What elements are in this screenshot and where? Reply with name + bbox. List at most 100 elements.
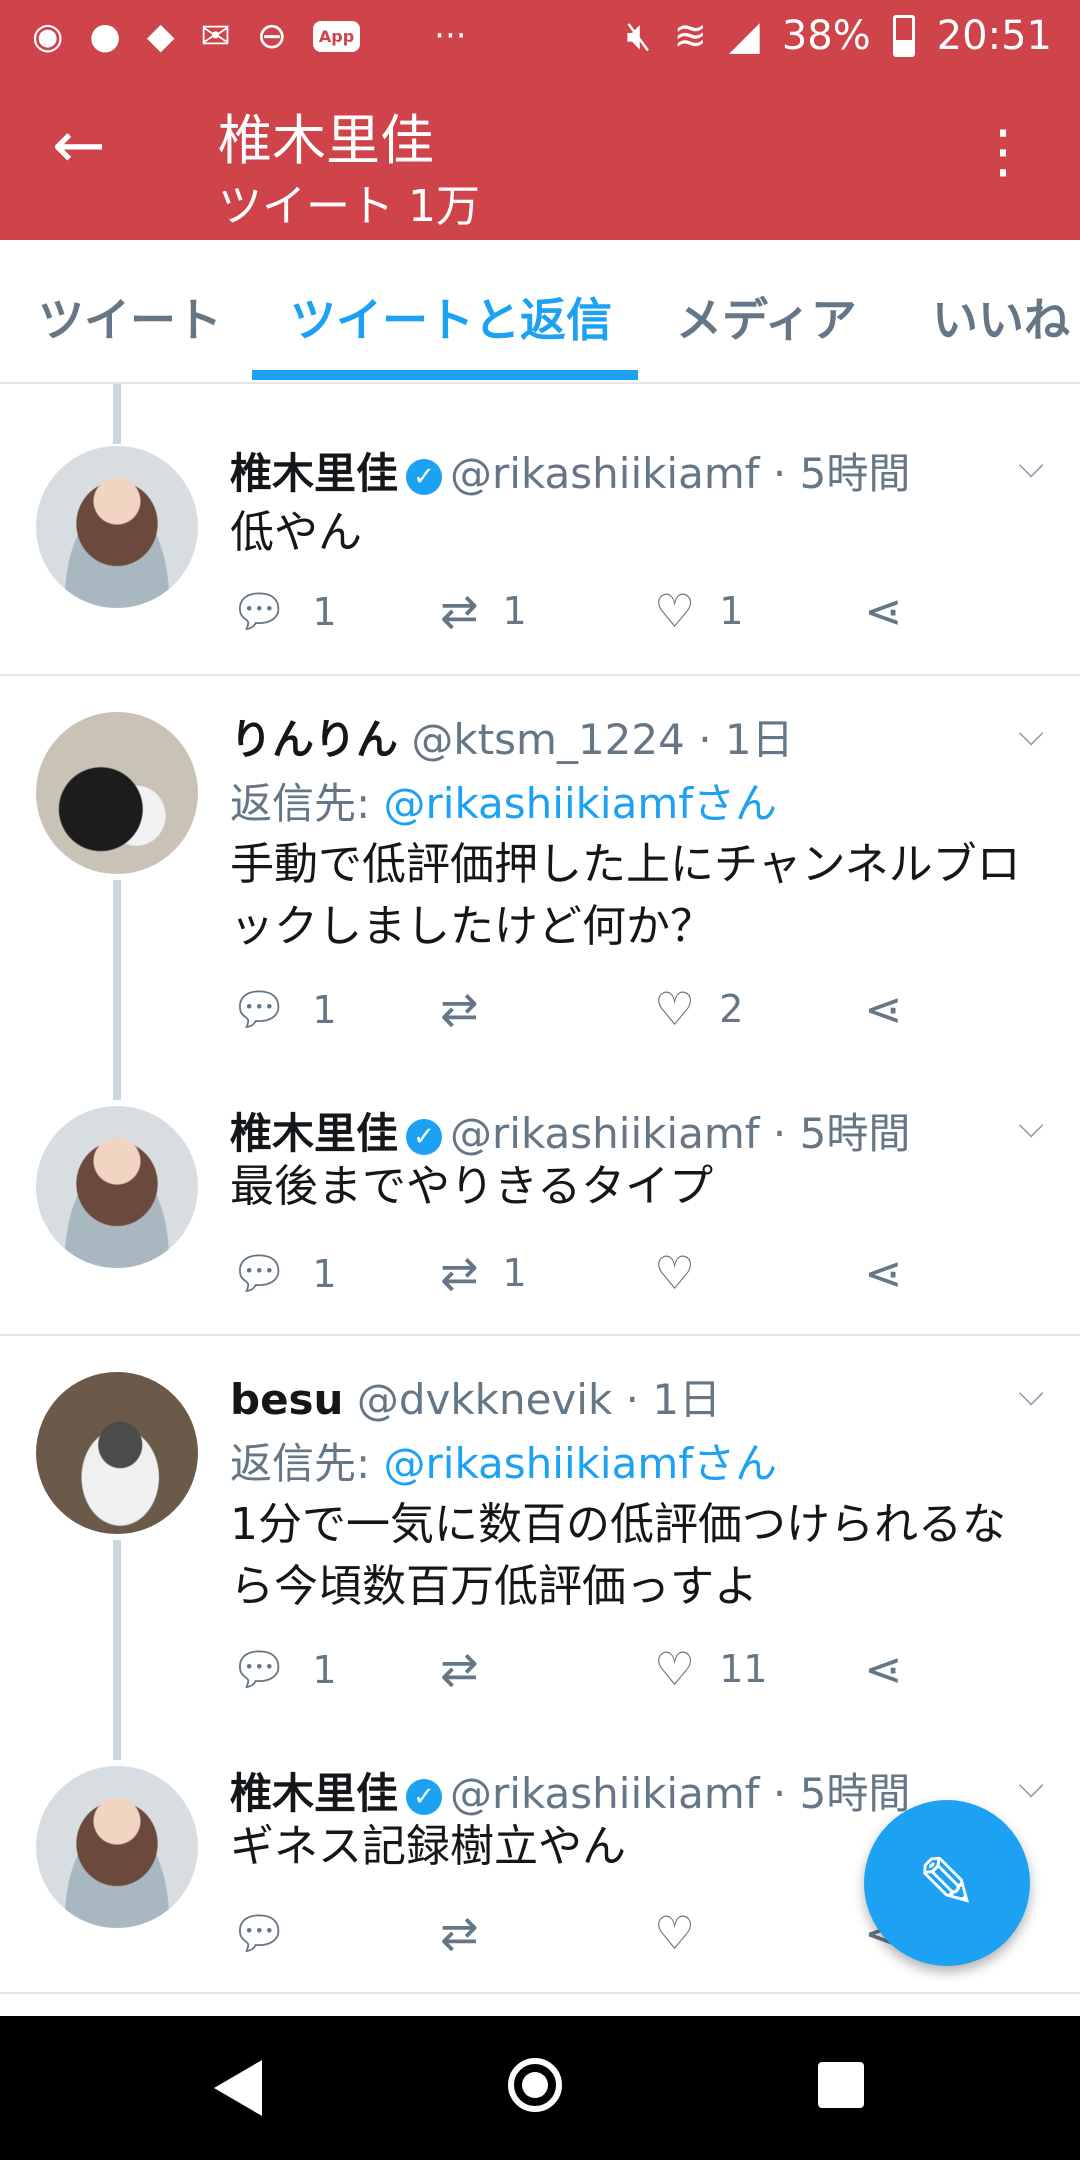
share-icon: ⋖ <box>864 1246 903 1300</box>
tab-media[interactable]: メディア <box>676 284 857 350</box>
tab-likes[interactable]: いいね <box>932 284 1070 350</box>
avatar[interactable] <box>36 712 198 874</box>
reply-button[interactable]: 💬︎ <box>230 1906 312 1961</box>
reply-icon: 💬︎ <box>230 584 289 638</box>
profile-tabs: ツイート ツイートと返信 メディア いいね <box>0 240 1080 384</box>
tweet-header: 椎木里佳 ✓ @rikashiikiamf · 5時間 <box>230 440 910 501</box>
retweet-button[interactable]: ⇄ <box>440 1906 503 1960</box>
chevron-down-icon[interactable]: ⌵ <box>1018 446 1044 486</box>
heart-icon: ♡ <box>654 1906 696 1960</box>
share-icon: ⋖ <box>864 982 903 1036</box>
nav-home-icon[interactable] <box>508 2058 562 2112</box>
mute-icon: 🔇︎ <box>626 13 652 59</box>
compose-feather-icon: ✎ <box>916 1841 978 1925</box>
tweet-header: りんりん @ktsm_1224 · 1日 <box>230 706 794 767</box>
tweet-text: ら今頃数百万低評価っすよ <box>230 1561 758 1612</box>
reply-count: 1 <box>312 1647 337 1692</box>
app-bar: ← 椎木里佳 ツイート 1万 ⋮ <box>0 72 1080 240</box>
reply-icon: 💬︎ <box>230 1642 289 1696</box>
tweet-header: 椎木里佳 ✓ @rikashiikiamf · 5時間 <box>230 1760 910 1821</box>
avatar[interactable] <box>36 1766 198 1928</box>
like-button[interactable]: ♡ 1 <box>654 584 743 638</box>
display-name[interactable]: りんりん <box>230 715 398 764</box>
wifi-icon: ≋ <box>673 13 708 59</box>
share-button[interactable]: ⋖ <box>864 1642 903 1696</box>
avatar[interactable] <box>36 1372 198 1534</box>
retweet-icon: ⇄ <box>440 1642 479 1696</box>
like-button[interactable]: ♡ 2 <box>654 982 743 1036</box>
tweet-count: ツイート 1万 <box>218 181 480 232</box>
more-notifications-icon: ··· <box>434 16 467 56</box>
display-name[interactable]: 椎木里佳 <box>230 1769 398 1818</box>
avatar[interactable] <box>36 446 198 608</box>
reply-count: 1 <box>312 1251 337 1296</box>
reply-button[interactable]: 💬︎ 1 <box>230 1246 337 1301</box>
share-button[interactable]: ⋖ <box>864 1246 903 1300</box>
reply-count: 1 <box>312 987 337 1032</box>
display-name[interactable]: 椎木里佳 <box>230 449 398 498</box>
reply-to-link[interactable]: @rikashiikiamfさん <box>384 779 778 828</box>
retweet-button[interactable]: ⇄ 1 <box>440 1246 527 1300</box>
tweet-text: ックしましたけど何か？ <box>230 901 714 952</box>
more-options-icon[interactable]: ⋮ <box>974 122 1032 180</box>
like-count: 11 <box>719 1647 768 1691</box>
handle-time: @rikashiikiamf · 5時間 <box>450 1769 911 1818</box>
display-name[interactable]: besu <box>230 1375 343 1424</box>
reply-button[interactable]: 💬︎ 1 <box>230 584 337 639</box>
retweet-button[interactable]: ⇄ 1 <box>440 584 527 638</box>
share-button[interactable]: ⋖ <box>864 982 903 1036</box>
clock: 20:51 <box>936 13 1052 59</box>
chevron-down-icon[interactable]: ⌵ <box>1018 714 1044 754</box>
like-button[interactable]: ♡ 11 <box>654 1642 768 1696</box>
tweet-text: 手動で低評価押した上にチャンネルブロ <box>230 839 1021 890</box>
reply-icon: 💬︎ <box>230 1906 289 1960</box>
heart-icon: ♡ <box>654 1642 696 1696</box>
nav-recents-icon[interactable] <box>818 2062 864 2108</box>
reply-icon: 💬︎ <box>230 1246 289 1300</box>
retweet-count: 1 <box>502 1251 527 1295</box>
retweet-icon: ⇄ <box>440 584 479 638</box>
app-notification-icon: App <box>312 20 361 52</box>
tweet-text: ギネス記録樹立やん <box>230 1821 626 1872</box>
battery-icon <box>892 15 915 57</box>
like-button[interactable]: ♡ <box>654 1246 719 1300</box>
reply-context: 返信先: @rikashiikiamfさん <box>230 1430 777 1491</box>
retweet-count: 1 <box>502 589 527 633</box>
battery-percent: 38% <box>781 13 871 59</box>
back-arrow-icon[interactable]: ← <box>52 114 106 178</box>
tab-tweets[interactable]: ツイート <box>38 284 222 350</box>
share-icon: ⋖ <box>864 1642 903 1696</box>
do-not-disturb-icon: ⊖ <box>256 15 287 57</box>
chevron-down-icon[interactable]: ⌵ <box>1018 1374 1044 1414</box>
like-button[interactable]: ♡ <box>654 1906 719 1960</box>
tag-icon: ◆ <box>146 15 175 57</box>
active-tab-indicator <box>252 370 638 380</box>
reply-button[interactable]: 💬︎ 1 <box>230 982 337 1037</box>
heart-icon: ♡ <box>654 1246 696 1300</box>
reply-to-link[interactable]: @rikashiikiamfさん <box>384 1439 778 1488</box>
share-icon: ⋖ <box>864 584 903 638</box>
chevron-down-icon[interactable]: ⌵ <box>1018 1766 1044 1806</box>
compose-tweet-button[interactable]: ✎ <box>864 1800 1030 1966</box>
retweet-button[interactable]: ⇄ <box>440 1642 503 1696</box>
avatar[interactable] <box>36 1106 198 1268</box>
retweet-button[interactable]: ⇄ <box>440 982 503 1036</box>
chevron-down-icon[interactable]: ⌵ <box>1018 1106 1044 1146</box>
profile-title: 椎木里佳 <box>218 109 434 172</box>
tweet-text: 1分で一気に数百の低評価つけられるな <box>230 1499 1006 1550</box>
reply-icon: 💬︎ <box>230 982 289 1036</box>
share-button[interactable]: ⋖ <box>864 584 903 638</box>
verified-badge-icon: ✓ <box>406 1778 443 1815</box>
handle-time: @rikashiikiamf · 5時間 <box>450 1109 911 1158</box>
handle-time: @ktsm_1224 · 1日 <box>411 715 794 764</box>
reply-button[interactable]: 💬︎ 1 <box>230 1642 337 1697</box>
tab-tweets-and-replies[interactable]: ツイートと返信 <box>290 284 612 350</box>
divider <box>0 1992 1080 1994</box>
display-name[interactable]: 椎木里佳 <box>230 1109 398 1158</box>
retweet-icon: ⇄ <box>440 1246 479 1300</box>
status-bar: ◉ ● ◆ ✉ ⊖ App ··· 🔇︎ ≋ ◢ 38% 20:51 <box>0 0 1080 72</box>
divider <box>0 1334 1080 1336</box>
verified-badge-icon: ✓ <box>406 458 443 495</box>
nav-back-icon[interactable] <box>214 2060 262 2116</box>
like-count: 1 <box>719 589 744 633</box>
